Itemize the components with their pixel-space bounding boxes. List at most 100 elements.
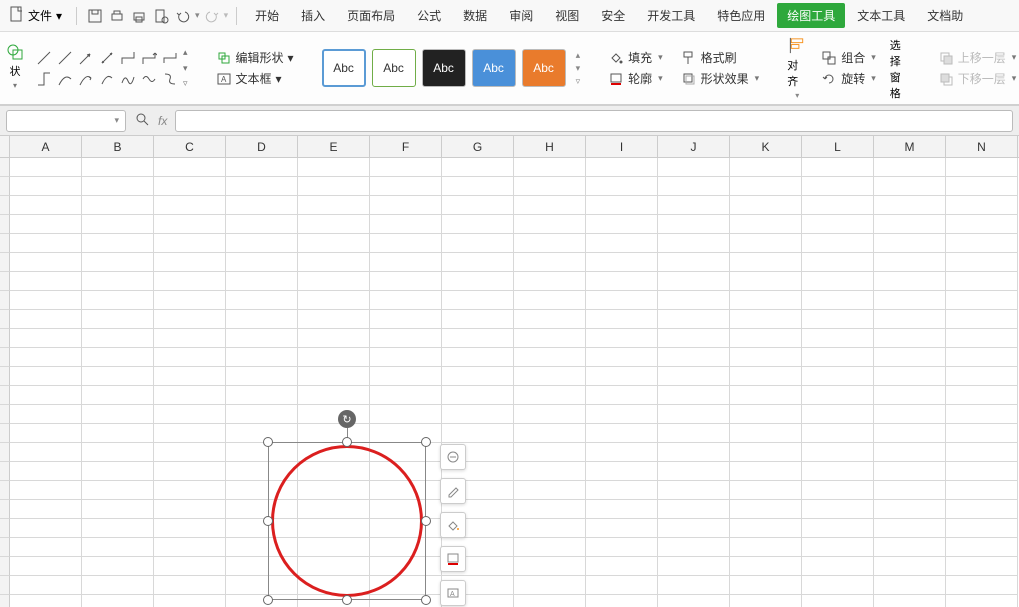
cell[interactable] [658,500,730,519]
col-header[interactable]: K [730,136,802,157]
col-header[interactable]: H [514,136,586,157]
float-outline-button[interactable] [440,546,466,572]
tab-data[interactable]: 数据 [453,1,497,30]
cell[interactable] [874,177,946,196]
col-header[interactable]: N [946,136,1018,157]
cell[interactable] [946,158,1018,177]
cell[interactable] [226,405,298,424]
shape-curve-double[interactable] [98,70,116,88]
cell[interactable] [82,595,154,607]
cell[interactable] [874,196,946,215]
cell[interactable] [82,576,154,595]
cell[interactable] [946,386,1018,405]
cell[interactable] [82,367,154,386]
cell[interactable] [10,538,82,557]
cell[interactable] [586,329,658,348]
cell[interactable] [658,538,730,557]
row-header[interactable] [0,519,10,538]
cell[interactable] [874,386,946,405]
cell[interactable] [10,177,82,196]
cell[interactable] [514,481,586,500]
cell[interactable] [586,500,658,519]
cell[interactable] [442,348,514,367]
shape-elbow-double[interactable] [161,49,179,67]
tab-special[interactable]: 特色应用 [707,1,775,30]
cell[interactable] [586,538,658,557]
tab-text-tools[interactable]: 文本工具 [847,1,915,30]
cell[interactable] [10,595,82,607]
fill-button[interactable]: 填充 ▾ [608,49,663,66]
cell[interactable] [802,272,874,291]
cell[interactable] [946,253,1018,272]
cell[interactable] [586,576,658,595]
cell[interactable] [82,234,154,253]
shape-curve[interactable] [56,70,74,88]
row-header[interactable] [0,348,10,367]
cell[interactable] [946,424,1018,443]
cell[interactable] [226,253,298,272]
cell[interactable] [730,481,802,500]
col-header[interactable]: F [370,136,442,157]
cell[interactable] [658,595,730,607]
cell[interactable] [442,367,514,386]
cell[interactable] [154,386,226,405]
cell[interactable] [442,215,514,234]
cell[interactable] [82,196,154,215]
name-box[interactable]: ▾ [6,110,126,132]
col-header[interactable]: C [154,136,226,157]
cell[interactable] [82,500,154,519]
cell[interactable] [946,462,1018,481]
cell[interactable] [730,158,802,177]
cell[interactable] [226,272,298,291]
cell[interactable] [874,310,946,329]
cell[interactable] [874,500,946,519]
tab-security[interactable]: 安全 [591,1,635,30]
cell[interactable] [730,272,802,291]
cell[interactable] [658,424,730,443]
cell[interactable] [10,329,82,348]
cell[interactable] [442,177,514,196]
cell[interactable] [82,253,154,272]
cell[interactable] [586,424,658,443]
cell[interactable] [154,272,226,291]
cell[interactable] [154,158,226,177]
cell[interactable] [298,272,370,291]
col-header[interactable]: A [10,136,82,157]
cell[interactable] [658,253,730,272]
cell[interactable] [298,253,370,272]
row-header[interactable] [0,481,10,500]
cell[interactable] [802,215,874,234]
cell[interactable] [514,329,586,348]
row-header[interactable] [0,538,10,557]
cell[interactable] [154,538,226,557]
shape-double-arrow[interactable] [98,49,116,67]
col-header[interactable]: J [658,136,730,157]
cell[interactable] [514,576,586,595]
format-painter-button[interactable]: 格式刷 [681,49,760,66]
cell[interactable] [802,234,874,253]
cell[interactable] [874,348,946,367]
resize-handle-bottom[interactable] [342,595,352,605]
cell[interactable] [514,215,586,234]
cell[interactable] [154,291,226,310]
shape-curve2[interactable] [140,70,158,88]
shape-line2[interactable] [56,49,74,67]
fx-icon[interactable]: fx [158,114,167,128]
col-header[interactable]: B [82,136,154,157]
cell[interactable] [586,158,658,177]
cell[interactable] [298,215,370,234]
cell[interactable] [658,443,730,462]
cell[interactable] [730,329,802,348]
cell[interactable] [730,367,802,386]
rotate-button[interactable]: 旋转 ▾ [821,70,876,87]
cell[interactable] [802,291,874,310]
cell[interactable] [154,576,226,595]
cell[interactable] [514,348,586,367]
cell[interactable] [586,348,658,367]
cell[interactable] [802,424,874,443]
cell[interactable] [82,158,154,177]
cell[interactable] [370,196,442,215]
select-all-corner[interactable] [0,136,10,157]
cell[interactable] [226,234,298,253]
cell[interactable] [226,348,298,367]
